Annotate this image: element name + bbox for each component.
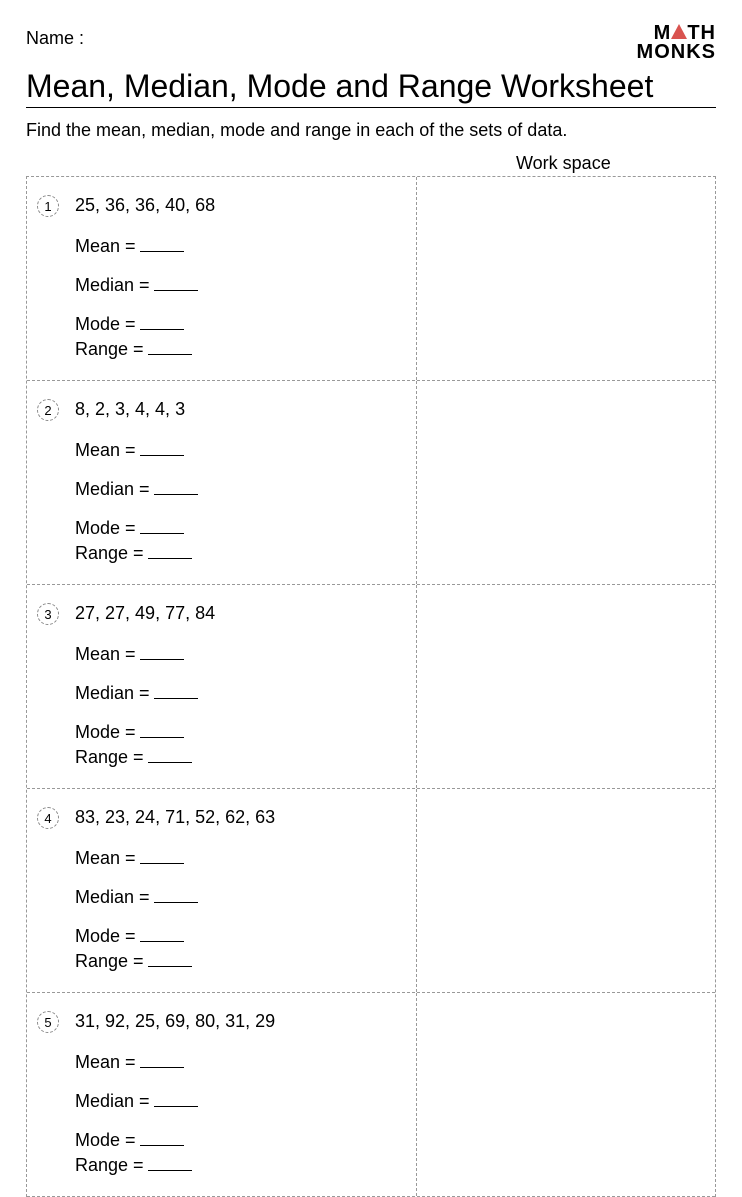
workspace-cell[interactable] <box>417 993 715 1196</box>
mean-label: Mean = <box>75 644 136 665</box>
mean-blank[interactable] <box>140 1054 184 1068</box>
range-blank[interactable] <box>148 341 192 355</box>
name-label: Name : <box>26 28 84 49</box>
dataset-text: 8, 2, 3, 4, 4, 3 <box>75 399 404 420</box>
mean-label: Mean = <box>75 848 136 869</box>
problem-number-badge: 1 <box>37 195 59 217</box>
mode-label: Mode = <box>75 314 136 335</box>
mean-label: Mean = <box>75 440 136 461</box>
workspace-cell[interactable] <box>417 585 715 788</box>
mathmonks-logo: MTH MONKS <box>637 24 716 62</box>
mean-label: Mean = <box>75 1052 136 1073</box>
problem-number-badge: 2 <box>37 399 59 421</box>
header-row: Name : MTH MONKS <box>26 28 716 62</box>
problem-content: 1 25, 36, 36, 40, 68 Mean = Median = Mode = R… <box>27 177 417 380</box>
median-label: Median = <box>75 683 150 704</box>
median-blank[interactable] <box>154 1093 198 1107</box>
workspace-cell[interactable] <box>417 177 715 380</box>
workspace-label: Work space <box>26 153 716 174</box>
range-blank[interactable] <box>148 545 192 559</box>
mean-label: Mean = <box>75 236 136 257</box>
median-label: Median = <box>75 887 150 908</box>
answers-grid: Mean = Median = Mode = Range = <box>75 1052 404 1180</box>
mean-blank[interactable] <box>140 442 184 456</box>
range-label: Range = <box>75 1155 144 1176</box>
problems-container: 1 25, 36, 36, 40, 68 Mean = Median = Mode = R… <box>26 176 716 1197</box>
mode-field: Mode = <box>75 722 245 743</box>
mean-field: Mean = <box>75 644 245 665</box>
median-blank[interactable] <box>154 685 198 699</box>
mode-blank[interactable] <box>140 520 184 534</box>
range-label: Range = <box>75 951 144 972</box>
range-field: Range = <box>75 747 245 768</box>
mean-field: Mean = <box>75 440 245 461</box>
problem-row: 2 8, 2, 3, 4, 4, 3 Mean = Median = Mode = Ran… <box>27 381 715 585</box>
dataset-text: 83, 23, 24, 71, 52, 62, 63 <box>75 807 404 828</box>
mean-blank[interactable] <box>140 238 184 252</box>
logo-text-monks: MONKS <box>637 43 716 62</box>
mean-field: Mean = <box>75 236 245 257</box>
problem-row: 4 83, 23, 24, 71, 52, 62, 63 Mean = Median … <box>27 789 715 993</box>
problem-row: 5 31, 92, 25, 69, 80, 31, 29 Mean = Median … <box>27 993 715 1197</box>
problem-number-badge: 5 <box>37 1011 59 1033</box>
mean-field: Mean = <box>75 848 245 869</box>
problem-number-badge: 3 <box>37 603 59 625</box>
mean-blank[interactable] <box>140 850 184 864</box>
title-underline <box>26 107 716 108</box>
dataset-text: 31, 92, 25, 69, 80, 31, 29 <box>75 1011 404 1032</box>
median-field: Median = <box>75 683 245 704</box>
mode-label: Mode = <box>75 722 136 743</box>
median-field: Median = <box>75 275 245 296</box>
answers-grid: Mean = Median = Mode = Range = <box>75 644 404 772</box>
mean-blank[interactable] <box>140 646 184 660</box>
answers-grid: Mean = Median = Mode = Range = <box>75 236 404 364</box>
mode-field: Mode = <box>75 926 245 947</box>
mode-blank[interactable] <box>140 1132 184 1146</box>
median-field: Median = <box>75 479 245 500</box>
problem-row: 1 25, 36, 36, 40, 68 Mean = Median = Mode = R… <box>27 177 715 381</box>
worksheet-title: Mean, Median, Mode and Range Worksheet <box>26 68 716 105</box>
median-label: Median = <box>75 1091 150 1112</box>
mean-field: Mean = <box>75 1052 245 1073</box>
mode-blank[interactable] <box>140 928 184 942</box>
median-blank[interactable] <box>154 889 198 903</box>
range-blank[interactable] <box>148 1157 192 1171</box>
workspace-cell[interactable] <box>417 381 715 584</box>
problem-row: 3 27, 27, 49, 77, 84 Mean = Median = Mode = R… <box>27 585 715 789</box>
range-blank[interactable] <box>148 749 192 763</box>
mode-field: Mode = <box>75 1130 245 1151</box>
workspace-cell[interactable] <box>417 789 715 992</box>
problem-content: 5 31, 92, 25, 69, 80, 31, 29 Mean = Median … <box>27 993 417 1196</box>
range-label: Range = <box>75 339 144 360</box>
answers-grid: Mean = Median = Mode = Range = <box>75 848 404 976</box>
range-label: Range = <box>75 747 144 768</box>
problem-content: 2 8, 2, 3, 4, 4, 3 Mean = Median = Mode = Ran… <box>27 381 417 584</box>
mode-blank[interactable] <box>140 724 184 738</box>
median-field: Median = <box>75 887 245 908</box>
mode-blank[interactable] <box>140 316 184 330</box>
problem-content: 4 83, 23, 24, 71, 52, 62, 63 Mean = Median … <box>27 789 417 992</box>
median-field: Median = <box>75 1091 245 1112</box>
median-blank[interactable] <box>154 481 198 495</box>
median-blank[interactable] <box>154 277 198 291</box>
dataset-text: 25, 36, 36, 40, 68 <box>75 195 404 216</box>
range-field: Range = <box>75 543 245 564</box>
mode-label: Mode = <box>75 926 136 947</box>
median-label: Median = <box>75 275 150 296</box>
problem-number-badge: 4 <box>37 807 59 829</box>
range-field: Range = <box>75 1155 245 1176</box>
mode-label: Mode = <box>75 1130 136 1151</box>
mode-label: Mode = <box>75 518 136 539</box>
dataset-text: 27, 27, 49, 77, 84 <box>75 603 404 624</box>
mode-field: Mode = <box>75 518 245 539</box>
range-blank[interactable] <box>148 953 192 967</box>
range-field: Range = <box>75 339 245 360</box>
problem-content: 3 27, 27, 49, 77, 84 Mean = Median = Mode = R… <box>27 585 417 788</box>
range-field: Range = <box>75 951 245 972</box>
instructions-text: Find the mean, median, mode and range in… <box>26 120 716 141</box>
range-label: Range = <box>75 543 144 564</box>
mode-field: Mode = <box>75 314 245 335</box>
median-label: Median = <box>75 479 150 500</box>
answers-grid: Mean = Median = Mode = Range = <box>75 440 404 568</box>
